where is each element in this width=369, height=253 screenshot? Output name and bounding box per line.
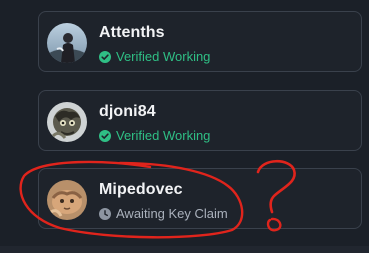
user-card[interactable]: djoni84 Verified Working — [38, 90, 362, 151]
user-list-panel: Attenths Verified Working djoni84 Verifi… — [0, 0, 369, 253]
check-circle-icon — [99, 129, 111, 142]
status-label: Awaiting Key Claim — [99, 206, 228, 221]
user-card[interactable]: Mipedovec Awaiting Key Claim — [38, 168, 362, 229]
avatar — [47, 102, 87, 142]
username: djoni84 — [99, 103, 156, 120]
username: Attenths — [99, 24, 165, 41]
next-card-edge — [0, 246, 369, 253]
status-label: Verified Working — [99, 128, 210, 143]
clock-icon — [99, 207, 111, 220]
status-text: Verified Working — [116, 49, 211, 64]
check-circle-icon — [99, 50, 111, 63]
avatar — [47, 180, 87, 220]
status-text: Awaiting Key Claim — [116, 206, 228, 221]
username: Mipedovec — [99, 181, 183, 198]
avatar — [47, 23, 87, 63]
user-card[interactable]: Attenths Verified Working — [38, 11, 362, 72]
status-label: Verified Working — [99, 49, 210, 64]
status-text: Verified Working — [116, 128, 211, 143]
